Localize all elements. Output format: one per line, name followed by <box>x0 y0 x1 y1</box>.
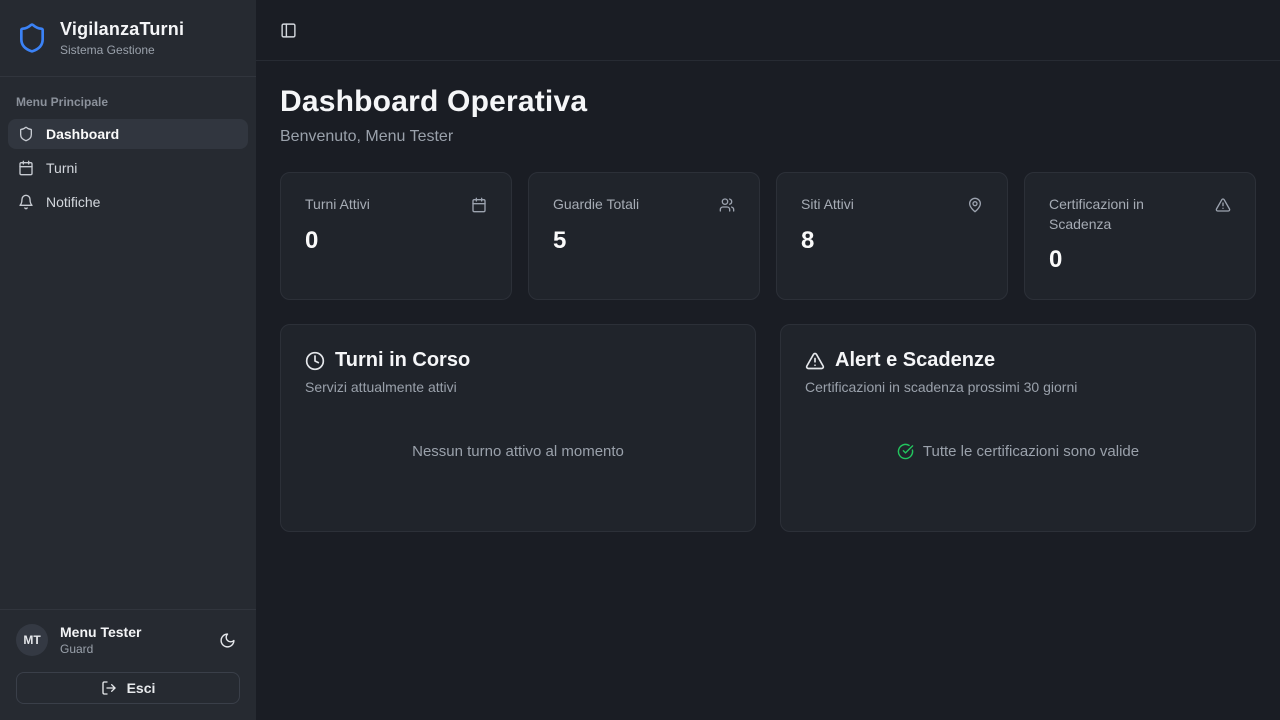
panel-title: Turni in Corso <box>335 349 470 372</box>
logout-button[interactable]: Esci <box>16 672 240 704</box>
sidebar-spacer <box>0 217 256 609</box>
dashboard-content: Dashboard Operativa Benvenuto, Menu Test… <box>256 61 1280 556</box>
user-role: Guard <box>60 642 203 656</box>
stat-label: Siti Attivi <box>801 195 854 215</box>
stat-card-turni-attivi: Turni Attivi 0 <box>280 172 512 300</box>
stats-grid: Turni Attivi 0 Guardie Totali <box>280 172 1256 300</box>
stat-label: Guardie Totali <box>553 195 639 215</box>
empty-state-text: Nessun turno attivo al momento <box>412 443 624 460</box>
clock-icon <box>305 351 325 371</box>
avatar: MT <box>16 624 48 656</box>
brand: VigilanzaTurni Sistema Gestione <box>0 0 256 77</box>
panel-title: Alert e Scadenze <box>835 349 995 372</box>
main-nav: Dashboard Turni Notifiche <box>0 119 256 217</box>
page-subtitle: Benvenuto, Menu Tester <box>280 128 1256 146</box>
panel-subtitle: Servizi attualmente attivi <box>305 379 731 395</box>
app-subtitle: Sistema Gestione <box>60 43 184 57</box>
panel-left-icon <box>280 22 297 39</box>
user-section: MT Menu Tester Guard Esci <box>0 609 256 720</box>
panels-grid: Turni in Corso Servizi attualmente attiv… <box>280 324 1256 532</box>
logout-label: Esci <box>127 680 156 696</box>
sidebar-item-turni[interactable]: Turni <box>8 153 248 183</box>
logout-icon <box>101 680 117 696</box>
calendar-icon <box>18 160 34 176</box>
sidebar-item-label: Notifiche <box>46 194 100 210</box>
empty-state-text: Tutte le certificazioni sono valide <box>923 443 1139 460</box>
sidebar-item-notifiche[interactable]: Notifiche <box>8 187 248 217</box>
shield-icon <box>18 126 34 142</box>
sidebar-item-label: Dashboard <box>46 126 119 142</box>
bell-icon <box>18 194 34 210</box>
nav-section-label: Menu Principale <box>0 77 256 119</box>
topbar <box>256 0 1280 61</box>
user-name: Menu Tester <box>60 624 203 640</box>
users-icon <box>719 197 735 213</box>
stat-label: Certificazioni in Scadenza <box>1049 195 1207 234</box>
alert-triangle-icon <box>805 351 825 371</box>
page-title: Dashboard Operativa <box>280 85 1256 119</box>
alert-triangle-icon <box>1215 197 1231 213</box>
panel-subtitle: Certificazioni in scadenza prossimi 30 g… <box>805 379 1231 395</box>
stat-value: 5 <box>553 227 735 255</box>
app-title: VigilanzaTurni <box>60 19 184 40</box>
empty-state-message: Tutte le certificazioni sono valide <box>805 395 1231 507</box>
calendar-icon <box>471 197 487 213</box>
stat-value: 0 <box>1049 246 1231 274</box>
panel-turni-in-corso: Turni in Corso Servizi attualmente attiv… <box>280 324 756 532</box>
main-area: Dashboard Operativa Benvenuto, Menu Test… <box>256 0 1280 720</box>
check-circle-icon <box>897 443 914 460</box>
map-pin-icon <box>967 197 983 213</box>
sidebar-item-label: Turni <box>46 160 77 176</box>
stat-value: 0 <box>305 227 487 255</box>
stat-value: 8 <box>801 227 983 255</box>
empty-state-message: Nessun turno attivo al momento <box>305 395 731 507</box>
stat-card-guardie-totali: Guardie Totali 5 <box>528 172 760 300</box>
theme-toggle-button[interactable] <box>215 628 240 653</box>
sidebar-toggle-button[interactable] <box>278 20 299 41</box>
stat-card-siti-attivi: Siti Attivi 8 <box>776 172 1008 300</box>
stat-label: Turni Attivi <box>305 195 370 215</box>
sidebar-item-dashboard[interactable]: Dashboard <box>8 119 248 149</box>
sidebar: VigilanzaTurni Sistema Gestione Menu Pri… <box>0 0 256 720</box>
stat-card-certificazioni: Certificazioni in Scadenza 0 <box>1024 172 1256 300</box>
shield-logo-icon <box>16 22 48 54</box>
panel-alert-scadenze: Alert e Scadenze Certificazioni in scade… <box>780 324 1256 532</box>
moon-icon <box>219 632 236 649</box>
